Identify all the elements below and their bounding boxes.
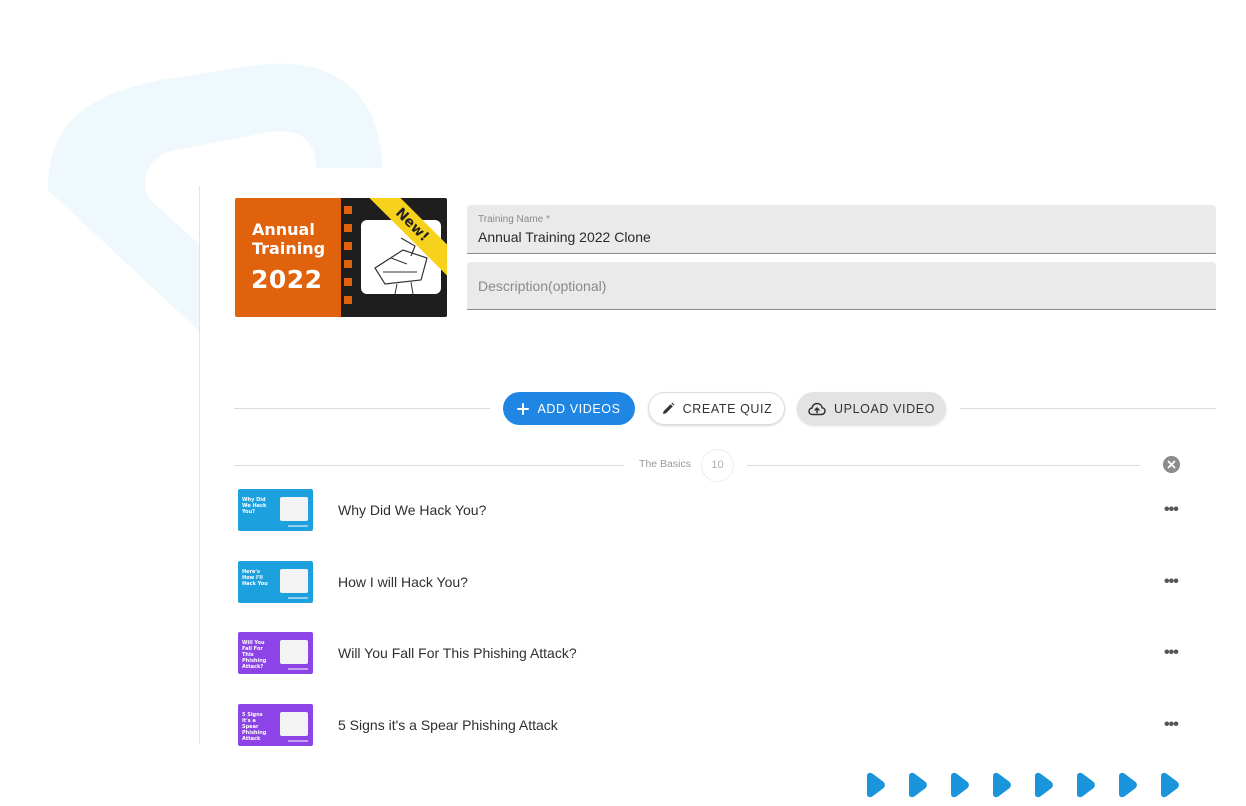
add-videos-label: ADD VIDEOS: [537, 401, 621, 416]
upload-video-label: UPLOAD VIDEO: [834, 401, 935, 416]
section-video-count: 10: [701, 449, 734, 482]
thumbnail-caption: Here's How I'll Hack You: [242, 569, 268, 587]
thumbnail-brand: [288, 740, 308, 742]
section-divider-right: [747, 465, 1140, 466]
add-videos-button[interactable]: ADD VIDEOS: [503, 392, 635, 425]
create-quiz-label: CREATE QUIZ: [682, 401, 773, 416]
play-dot-icon: [1035, 772, 1053, 798]
play-dot-icon: [1161, 772, 1179, 798]
play-dot-icon: [993, 772, 1011, 798]
description-input[interactable]: Description(optional): [478, 278, 606, 294]
more-horizontal-icon[interactable]: •••: [1164, 716, 1179, 734]
play-dot-icon: [1119, 772, 1137, 798]
description-field[interactable]: Description(optional): [467, 262, 1216, 310]
video-thumbnail: Here's How I'll Hack You: [238, 561, 313, 603]
more-horizontal-icon[interactable]: •••: [1164, 501, 1179, 519]
video-list-item[interactable]: Will You Fall For This Phishing Attack? …: [238, 632, 1188, 676]
thumbnail-brand: [288, 597, 308, 599]
video-title: How I will Hack You?: [338, 574, 468, 590]
thumbnail-caption: 5 Signs it's a Spear Phishing Attack: [242, 712, 267, 742]
more-horizontal-icon[interactable]: •••: [1164, 573, 1179, 591]
cover-title-line1: Annual: [252, 220, 315, 239]
thumbnail-illustration: [280, 640, 308, 664]
thumbnail-illustration: [280, 712, 308, 736]
thumbnail-brand: [288, 668, 308, 670]
cover-year: 2022: [251, 265, 323, 294]
training-name-field[interactable]: Training Name * Annual Training 2022 Clo…: [467, 205, 1216, 254]
training-name-input[interactable]: Annual Training 2022 Clone: [478, 229, 651, 245]
play-dot-icon: [867, 772, 885, 798]
more-horizontal-icon[interactable]: •••: [1164, 644, 1179, 662]
play-dot-icon: [909, 772, 927, 798]
section-title: The Basics: [639, 458, 691, 470]
video-thumbnail: 5 Signs it's a Spear Phishing Attack: [238, 704, 313, 746]
cover-title: Annual Training: [252, 220, 325, 258]
upload-video-button[interactable]: UPLOAD VIDEO: [797, 392, 946, 425]
thumbnail-illustration: [280, 497, 308, 521]
pencil-icon: [662, 402, 675, 414]
video-title: 5 Signs it's a Spear Phishing Attack: [338, 717, 558, 733]
section-divider-left: [234, 465, 624, 466]
video-thumbnail: Will You Fall For This Phishing Attack?: [238, 632, 313, 674]
play-dot-icon: [1077, 772, 1095, 798]
thumbnail-caption: Will You Fall For This Phishing Attack?: [242, 640, 267, 670]
cloud-upload-icon: [808, 402, 826, 415]
play-dot-icon: [951, 772, 969, 798]
video-thumbnail: Why Did We Hack You?: [238, 489, 313, 531]
action-divider-right: [960, 408, 1216, 409]
thumbnail-caption: Why Did We Hack You?: [242, 497, 267, 515]
training-name-label: Training Name *: [478, 214, 550, 225]
create-quiz-button[interactable]: CREATE QUIZ: [648, 392, 785, 425]
left-divider: [199, 186, 200, 744]
close-circle-icon[interactable]: [1163, 456, 1180, 473]
video-title: Why Did We Hack You?: [338, 502, 487, 518]
thumbnail-illustration: [280, 569, 308, 593]
cover-title-line2: Training: [252, 239, 326, 258]
video-list-item[interactable]: 5 Signs it's a Spear Phishing Attack 5 S…: [238, 704, 1188, 748]
training-cover-image[interactable]: Annual Training 2022 New!: [235, 198, 447, 317]
video-list-item[interactable]: Why Did We Hack You? Why Did We Hack You…: [238, 489, 1188, 533]
action-divider-left: [234, 408, 490, 409]
video-list-item[interactable]: Here's How I'll Hack You How I will Hack…: [238, 561, 1188, 605]
carousel-dots: [864, 772, 1184, 798]
video-title: Will You Fall For This Phishing Attack?: [338, 645, 577, 661]
plus-icon: [517, 402, 530, 415]
thumbnail-brand: [288, 525, 308, 527]
